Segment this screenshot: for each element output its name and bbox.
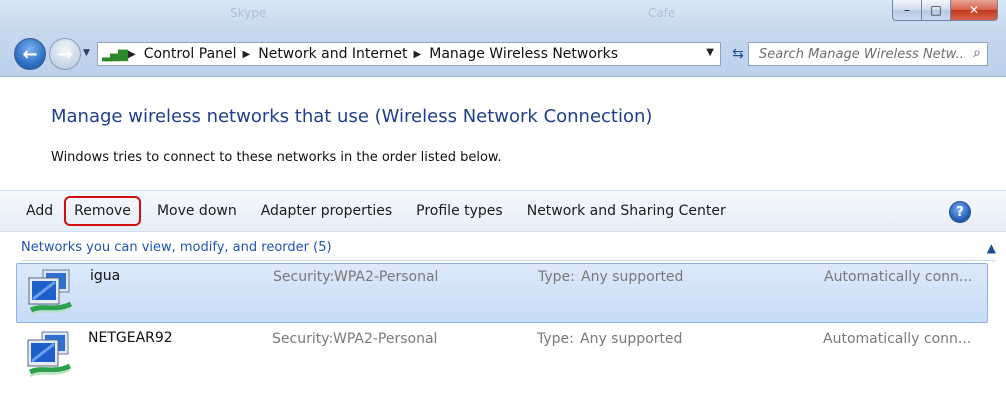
- maximize-button[interactable]: □: [921, 0, 951, 21]
- add-button[interactable]: Add: [0, 196, 65, 226]
- window-controls: – □ ✕: [892, 0, 998, 22]
- security-label: Security:: [272, 331, 334, 347]
- help-icon[interactable]: ?: [949, 201, 971, 223]
- chevron-down-icon[interactable]: ▼: [706, 47, 714, 58]
- background-window-title: Skype: [230, 6, 267, 20]
- breadcrumb-control-panel[interactable]: Control Panel: [144, 46, 237, 62]
- wireless-network-computer-icon: [28, 269, 73, 315]
- wireless-signal-icon: ▂▄▆: [102, 46, 128, 62]
- adapter-properties-button[interactable]: Adapter properties: [249, 196, 404, 226]
- recent-pages-dropdown[interactable]: ▼: [83, 48, 90, 58]
- window-frame: Skype Cafe – □ ✕ ← → ▼ ▂▄▆ ▶ Control Pan…: [0, 0, 1006, 396]
- page-title: Manage wireless networks that use (Wirel…: [51, 106, 653, 127]
- chevron-right-icon[interactable]: ▶: [243, 49, 251, 60]
- breadcrumb-network-and-internet[interactable]: Network and Internet: [258, 46, 407, 62]
- network-name: NETGEAR92: [88, 330, 173, 346]
- minimize-button[interactable]: –: [892, 0, 922, 21]
- forward-arrow-icon: →: [57, 43, 73, 65]
- page-description: Windows tries to connect to these networ…: [51, 150, 502, 165]
- network-group-header[interactable]: Networks you can view, modify, and reord…: [21, 240, 996, 261]
- type-value: Any supported: [581, 269, 684, 285]
- background-window-title: Cafe: [648, 6, 676, 20]
- move-down-button[interactable]: Move down: [145, 196, 249, 226]
- network-name: igua: [90, 268, 121, 284]
- network-row-netgear92[interactable]: NETGEAR92 Security: WPA2-Personal Type: …: [16, 326, 988, 386]
- connection-mode: Automatically conn...: [823, 331, 972, 347]
- security-value: WPA2-Personal: [334, 269, 439, 285]
- collapse-icon[interactable]: ▲: [987, 241, 996, 255]
- security-label: Security:: [273, 269, 335, 285]
- main-content: Manage wireless networks that use (Wirel…: [0, 76, 1006, 396]
- navigation-bar: ← → ▼ ▂▄▆ ▶ Control Panel ▶ Network and …: [10, 38, 1000, 72]
- remove-button[interactable]: Remove: [64, 196, 141, 226]
- type-label: Type:: [537, 331, 574, 347]
- network-and-sharing-center-button[interactable]: Network and Sharing Center: [515, 196, 738, 226]
- address-bar[interactable]: ▂▄▆ ▶ Control Panel ▶ Network and Intern…: [97, 42, 721, 66]
- chevron-right-icon[interactable]: ▶: [414, 49, 422, 60]
- back-button[interactable]: ←: [14, 38, 46, 70]
- network-group-title: Networks you can view, modify, and reord…: [21, 240, 332, 255]
- type-label: Type:: [538, 269, 575, 285]
- search-input[interactable]: [757, 45, 967, 63]
- back-arrow-icon: ←: [22, 43, 38, 65]
- type-value: Any supported: [580, 331, 683, 347]
- wireless-network-computer-icon: [27, 331, 72, 377]
- search-icon[interactable]: ⌕: [973, 45, 981, 61]
- search-box[interactable]: ⌕: [748, 42, 988, 66]
- breadcrumb-manage-wireless-networks[interactable]: Manage Wireless Networks: [429, 46, 618, 62]
- network-row-igua[interactable]: igua Security: WPA2-Personal Type: Any s…: [16, 263, 988, 323]
- chevron-right-icon[interactable]: ▶: [128, 49, 136, 60]
- security-value: WPA2-Personal: [333, 331, 438, 347]
- connection-mode: Automatically conn...: [824, 269, 973, 285]
- close-button[interactable]: ✕: [950, 0, 998, 21]
- profile-types-button[interactable]: Profile types: [404, 196, 515, 226]
- title-bar: Skype Cafe – □ ✕: [0, 0, 1006, 34]
- forward-button[interactable]: →: [49, 38, 81, 70]
- refresh-icon: ⇆: [732, 46, 744, 62]
- command-bar: Add Remove Move down Adapter properties …: [0, 190, 1006, 232]
